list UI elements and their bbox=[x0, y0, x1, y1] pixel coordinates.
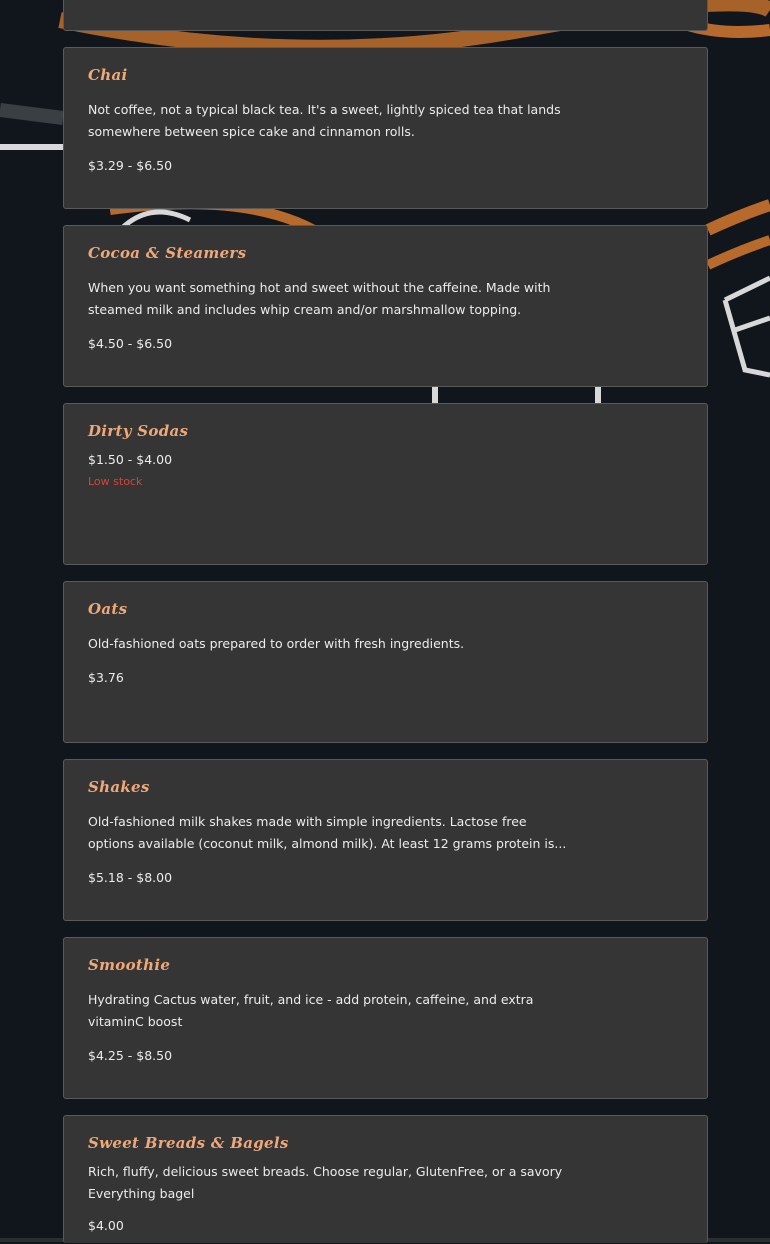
item-description: Old-fashioned milk shakes made with simp… bbox=[88, 814, 567, 851]
item-name: Sweet Breads & Bagels bbox=[88, 1134, 289, 1152]
item-description: Rich, fluffy, delicious sweet breads. Ch… bbox=[88, 1164, 563, 1201]
item-price: $5.18 - $8.00 bbox=[88, 870, 173, 885]
menu-item-card[interactable]: Sweet Breads & Bagels Rich, fluffy, deli… bbox=[63, 1115, 708, 1243]
item-name: Oats bbox=[88, 600, 128, 618]
item-name: Dirty Sodas bbox=[88, 422, 189, 440]
item-name: Smoothie bbox=[88, 956, 171, 974]
item-price: $4.25 - $8.50 bbox=[88, 1048, 173, 1063]
menu-item-card[interactable]: Shakes Old-fashioned milk shakes made wi… bbox=[63, 759, 708, 921]
item-price: $4.50 - $6.50 bbox=[88, 336, 173, 351]
item-description: Not coffee, not a typical black tea. It'… bbox=[88, 102, 561, 139]
item-description: When you want something hot and sweet wi… bbox=[88, 280, 551, 317]
menu-item-card[interactable]: Oats Old-fashioned oats prepared to orde… bbox=[63, 581, 708, 743]
item-price: $1.50 - $4.00 bbox=[88, 452, 173, 467]
item-name: Chai bbox=[88, 66, 128, 84]
menu-item-card[interactable]: Chai Not coffee, not a typical black tea… bbox=[63, 47, 708, 209]
item-name: Cocoa & Steamers bbox=[88, 244, 247, 262]
menu-item-card[interactable] bbox=[63, 0, 708, 31]
item-price: $3.76 bbox=[88, 670, 124, 685]
stock-status: Low stock bbox=[88, 475, 143, 488]
item-name: Shakes bbox=[88, 778, 150, 796]
menu-item-card[interactable]: Dirty Sodas $1.50 - $4.00 Low stock bbox=[63, 403, 708, 565]
menu-item-card[interactable]: Smoothie Hydrating Cactus water, fruit, … bbox=[63, 937, 708, 1099]
item-description: Hydrating Cactus water, fruit, and ice -… bbox=[88, 992, 534, 1029]
item-price: $4.00 bbox=[88, 1218, 124, 1233]
item-price: $3.29 - $6.50 bbox=[88, 158, 173, 173]
menu-item-card[interactable]: Cocoa & Steamers When you want something… bbox=[63, 225, 708, 387]
item-description: Old-fashioned oats prepared to order wit… bbox=[88, 636, 465, 651]
